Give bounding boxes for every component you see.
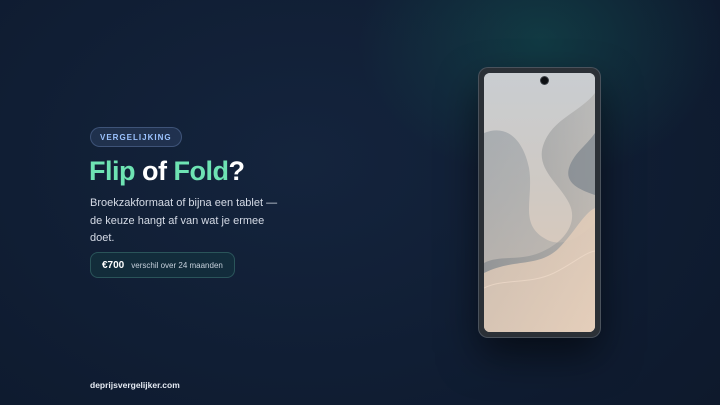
category-badge-label: VERGELIJKING	[100, 132, 172, 142]
site-name: deprijsvergelijker.com	[90, 380, 180, 390]
price-difference-label: verschil over 24 maanden	[131, 260, 223, 270]
headline-fold: Fold	[173, 156, 229, 186]
headline-flip: Flip	[89, 156, 136, 186]
front-camera-icon	[541, 77, 548, 84]
phone-screen-wallpaper	[484, 73, 595, 332]
headline-of: of	[135, 156, 174, 186]
headline: Flip of Fold?	[89, 154, 245, 188]
price-difference-value: €700	[102, 259, 125, 271]
headline-question-mark: ?	[228, 156, 245, 186]
category-badge: VERGELIJKING	[90, 127, 182, 147]
subtitle: Broekzakformaat of bijna een tablet — de…	[90, 197, 278, 244]
price-difference-pill: €700 verschil over 24 maanden	[90, 252, 235, 278]
wallpaper-graphic	[484, 73, 595, 332]
smartphone-icon	[479, 68, 600, 337]
